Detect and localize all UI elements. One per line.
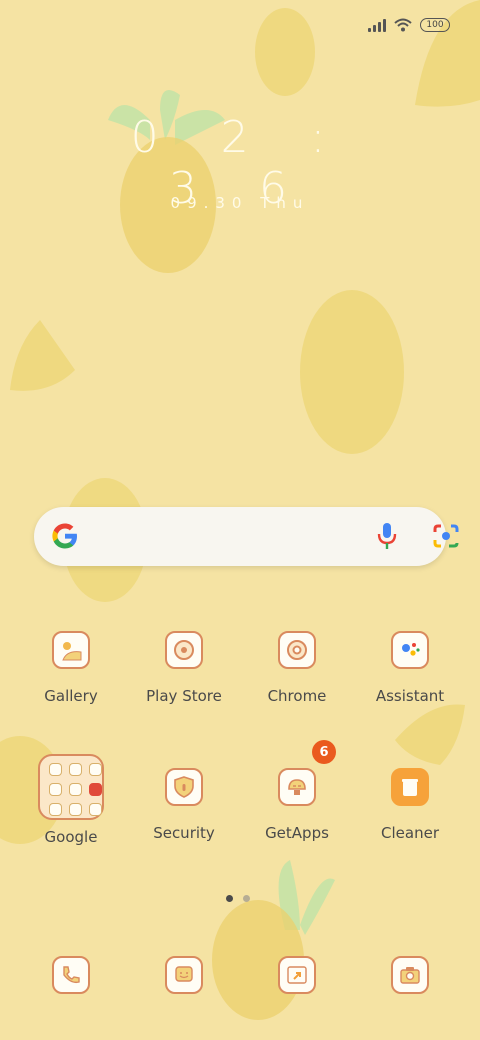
folder-icon <box>38 754 104 820</box>
dock-camera[interactable] <box>354 956 466 994</box>
dock-phone[interactable] <box>15 956 127 994</box>
app-play-store[interactable]: Play Store <box>128 631 240 705</box>
microphone-icon[interactable] <box>376 521 398 551</box>
dock-messages[interactable] <box>128 956 240 994</box>
gallery-icon <box>52 631 90 669</box>
notification-badge: 6 <box>312 740 336 764</box>
app-label: Cleaner <box>381 824 439 842</box>
app-label: Google <box>44 828 98 846</box>
app-cleaner[interactable]: Cleaner <box>354 768 466 842</box>
chrome-icon <box>278 631 316 669</box>
getapps-icon <box>278 768 316 806</box>
signal-icon <box>368 18 386 32</box>
app-gallery[interactable]: Gallery <box>15 631 127 705</box>
app-label: Play Store <box>146 687 222 705</box>
date-value: 09.30 <box>170 194 249 212</box>
app-chrome[interactable]: Chrome <box>241 631 353 705</box>
weekday: Thu <box>260 194 310 212</box>
google-lens-icon[interactable] <box>432 523 460 549</box>
dock-browser[interactable] <box>241 956 353 994</box>
app-getapps[interactable]: 6 GetApps <box>241 740 353 842</box>
page-dot[interactable] <box>243 895 250 902</box>
play-store-icon <box>165 631 203 669</box>
app-google-folder[interactable]: Google <box>15 754 127 846</box>
camera-icon <box>391 956 429 994</box>
app-label: Chrome <box>267 687 327 705</box>
status-bar: 100 <box>368 18 450 32</box>
app-assistant[interactable]: Assistant <box>354 631 466 705</box>
browser-icon <box>278 956 316 994</box>
app-security[interactable]: Security <box>128 768 240 842</box>
app-label: Gallery <box>44 687 98 705</box>
page-dot-active[interactable] <box>226 895 233 902</box>
wifi-icon <box>394 18 412 32</box>
clock-date[interactable]: 09.30 Thu <box>140 194 340 212</box>
messages-icon <box>165 956 203 994</box>
app-label: Security <box>153 824 215 842</box>
google-search-bar[interactable] <box>34 507 459 566</box>
security-icon <box>165 768 203 806</box>
cleaner-icon <box>391 768 429 806</box>
app-label: GetApps <box>265 824 329 842</box>
app-label: Assistant <box>375 687 445 705</box>
phone-icon <box>52 956 90 994</box>
page-indicator <box>226 895 250 902</box>
assistant-icon <box>391 631 429 669</box>
battery-level: 100 <box>426 20 444 30</box>
google-g-icon <box>52 523 77 549</box>
battery-icon: 100 <box>420 18 450 32</box>
